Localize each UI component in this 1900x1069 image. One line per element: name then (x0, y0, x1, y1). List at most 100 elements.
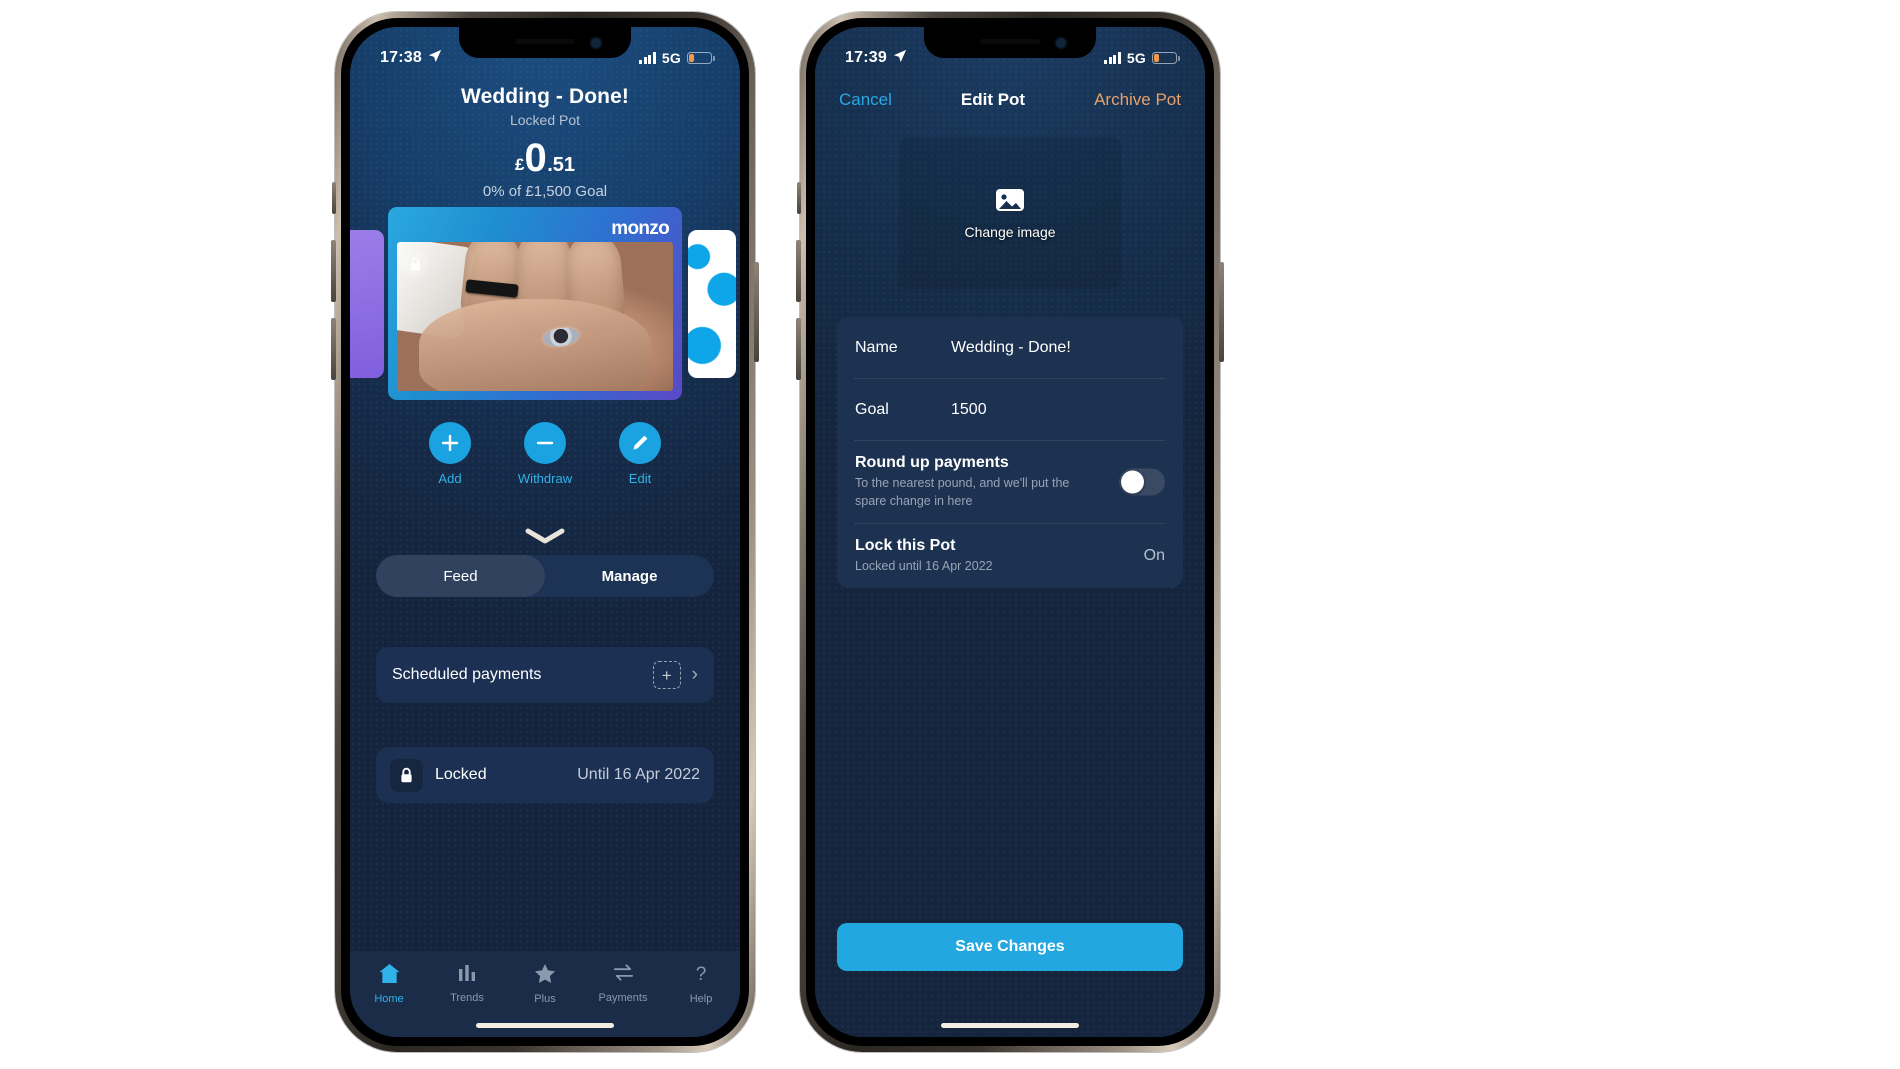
archive-pot-button[interactable]: Archive Pot (1094, 90, 1181, 110)
tab-help[interactable]: ? Help (662, 963, 740, 1005)
power-button[interactable] (754, 262, 759, 362)
phone-device-right: 17:39 5G Cancel Edit Pot Archive Pot Cha… (796, 12, 1224, 1052)
round-up-title: Round up payments (855, 454, 1009, 471)
change-image-label: Change image (964, 224, 1056, 240)
home-indicator-right[interactable] (941, 1023, 1079, 1028)
volume-up-button[interactable] (331, 240, 336, 302)
device-notch-right (924, 27, 1096, 58)
pot-subtitle: Locked Pot (509, 112, 581, 128)
status-time: 17:39 (845, 49, 887, 66)
star-icon (534, 963, 556, 989)
cancel-button[interactable]: Cancel (839, 90, 892, 110)
photo-palm (419, 298, 651, 391)
transfer-arrows-icon (612, 963, 635, 988)
photo-icon (994, 186, 1026, 219)
phone-bezel-left: 17:38 5G Wedding - Done! Locked Pot £ 0 … (341, 18, 749, 1046)
plus-icon (429, 422, 471, 464)
tab-payments-label: Payments (598, 992, 648, 1004)
balance-minor: .51 (547, 154, 576, 176)
edit-pot-form: Name Wedding - Done! Goal 1500 Round up … (837, 317, 1183, 589)
network-label: 5G (661, 50, 681, 66)
pot-title: Wedding - Done! (461, 85, 629, 108)
battery-low-icon (687, 52, 715, 64)
volume-down-button[interactable] (331, 318, 336, 380)
battery-low-icon (1152, 52, 1180, 64)
earpiece-speaker (980, 39, 1040, 44)
card-brand-row: monzo (397, 216, 673, 242)
pot-header: Wedding - Done! Locked Pot £ 0 .51 0% of… (350, 85, 740, 200)
monzo-logo: monzo (611, 218, 669, 239)
minus-icon (524, 422, 566, 464)
silent-switch[interactable] (332, 182, 336, 214)
change-image-overlay[interactable]: Change image (899, 137, 1121, 289)
currency-symbol: £ (514, 155, 525, 174)
scheduled-payments-row[interactable]: Scheduled payments + › (376, 647, 714, 703)
device-notch-left (459, 27, 631, 58)
lock-this-pot-row[interactable]: Lock this Pot Locked until 16 Apr 2022 O… (837, 524, 1183, 588)
pot-card-current[interactable]: monzo (388, 207, 682, 400)
bar-chart-icon (457, 963, 477, 988)
volume-up-button[interactable] (796, 240, 801, 302)
pot-image-picker[interactable]: Change image (899, 137, 1121, 289)
tab-home[interactable]: Home (350, 963, 428, 1005)
name-label: Name (855, 338, 898, 356)
add-dashed-icon[interactable]: + (652, 661, 681, 689)
tab-home-label: Home (374, 993, 404, 1005)
tab-payments[interactable]: Payments (584, 963, 662, 1004)
name-row[interactable]: Name Wedding - Done! (837, 317, 1183, 379)
edit-pot-screen: 17:39 5G Cancel Edit Pot Archive Pot Cha… (815, 27, 1205, 1037)
carousel-card-next[interactable] (688, 229, 736, 378)
location-arrow-icon (428, 49, 442, 68)
tab-plus-label: Plus (534, 993, 556, 1005)
status-bar-right-group: 5G (639, 50, 715, 66)
add-button[interactable]: Add (420, 422, 480, 486)
chevron-right-icon: › (691, 664, 698, 685)
locked-row-value: Until 16 Apr 2022 (577, 766, 700, 783)
edit-button-label: Edit (628, 471, 652, 486)
goal-field-value[interactable]: 1500 (951, 401, 987, 419)
feed-manage-segmented-control[interactable]: Feed Manage (376, 555, 714, 597)
status-bar-left-group: 17:38 (380, 49, 442, 68)
home-icon (378, 963, 401, 989)
tab-manage[interactable]: Manage (545, 555, 714, 597)
status-bar-left-group: 17:39 (845, 49, 907, 68)
edit-button[interactable]: Edit (610, 422, 670, 486)
round-up-toggle[interactable] (1119, 468, 1165, 496)
add-button-label: Add (438, 471, 462, 486)
volume-down-button[interactable] (796, 318, 801, 380)
page-title: Edit Pot (960, 90, 1026, 109)
toggle-knob (1121, 470, 1144, 494)
cellular-bars-icon (1104, 52, 1121, 64)
pot-photo (397, 242, 673, 391)
power-button[interactable] (1219, 262, 1224, 362)
withdraw-button-label: Withdraw (517, 471, 573, 486)
status-time: 17:38 (380, 49, 422, 66)
lock-pot-value: On (1143, 547, 1165, 565)
silent-switch[interactable] (797, 182, 801, 214)
phone-bezel-right: 17:39 5G Cancel Edit Pot Archive Pot Cha… (806, 18, 1214, 1046)
scheduled-payments-label: Scheduled payments (392, 666, 542, 683)
tab-trends[interactable]: Trends (428, 963, 506, 1004)
tab-plus[interactable]: Plus (506, 963, 584, 1005)
tab-feed[interactable]: Feed (376, 555, 545, 597)
pot-card-carousel[interactable]: monzo (350, 207, 740, 400)
location-arrow-icon (893, 49, 907, 68)
round-up-payments-row[interactable]: Round up payments To the nearest pound, … (837, 441, 1183, 525)
save-changes-button[interactable]: Save Changes (837, 923, 1183, 971)
question-mark-icon: ? (691, 963, 711, 989)
phone-device-left: 17:38 5G Wedding - Done! Locked Pot £ 0 … (331, 12, 759, 1052)
chevron-down-icon[interactable] (350, 527, 740, 545)
pencil-icon (619, 422, 661, 464)
withdraw-button[interactable]: Withdraw (515, 422, 575, 486)
lock-pot-title: Lock this Pot (855, 537, 956, 555)
home-indicator-left[interactable] (476, 1023, 614, 1028)
round-up-description: To the nearest pound, and we'll put the … (855, 476, 1070, 509)
phone-screen-left: 17:38 5G Wedding - Done! Locked Pot £ 0 … (350, 27, 740, 1037)
cellular-bars-icon (639, 52, 656, 64)
goal-row[interactable]: Goal 1500 (837, 379, 1183, 441)
locked-row[interactable]: Locked Until 16 Apr 2022 (376, 747, 714, 803)
carousel-card-previous[interactable] (350, 229, 384, 378)
name-field-value[interactable]: Wedding - Done! (951, 339, 1071, 357)
pot-actions: Add Withdraw Edit (350, 422, 740, 486)
tab-trends-label: Trends (450, 992, 484, 1004)
